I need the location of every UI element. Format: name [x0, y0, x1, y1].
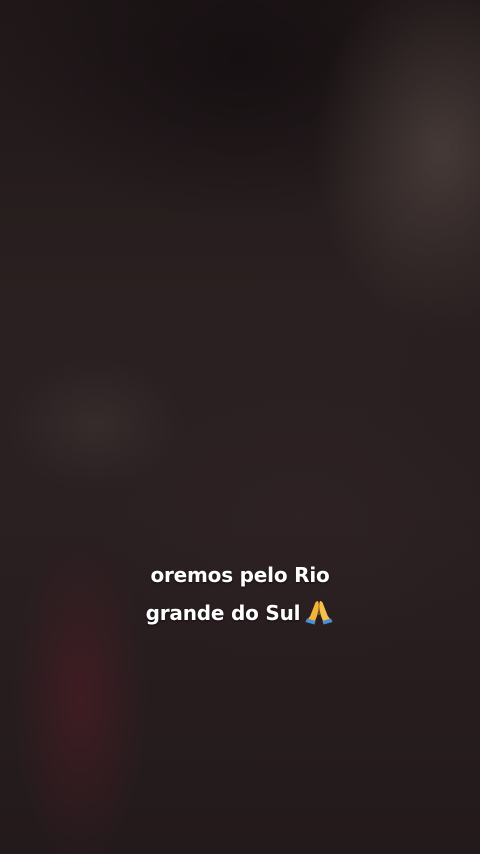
caption-line-2: grande do Sul	[145, 601, 301, 625]
caption-line-1: oremos pelo Rio	[150, 563, 330, 587]
video-frame[interactable]: oremos pelo Rio grande do Sul	[0, 0, 480, 854]
folded-hands-icon	[304, 599, 334, 625]
blurred-background	[0, 0, 480, 854]
caption-line-2-wrap: grande do Sul	[0, 594, 480, 632]
caption-overlay: oremos pelo Rio grande do Sul	[0, 556, 480, 632]
